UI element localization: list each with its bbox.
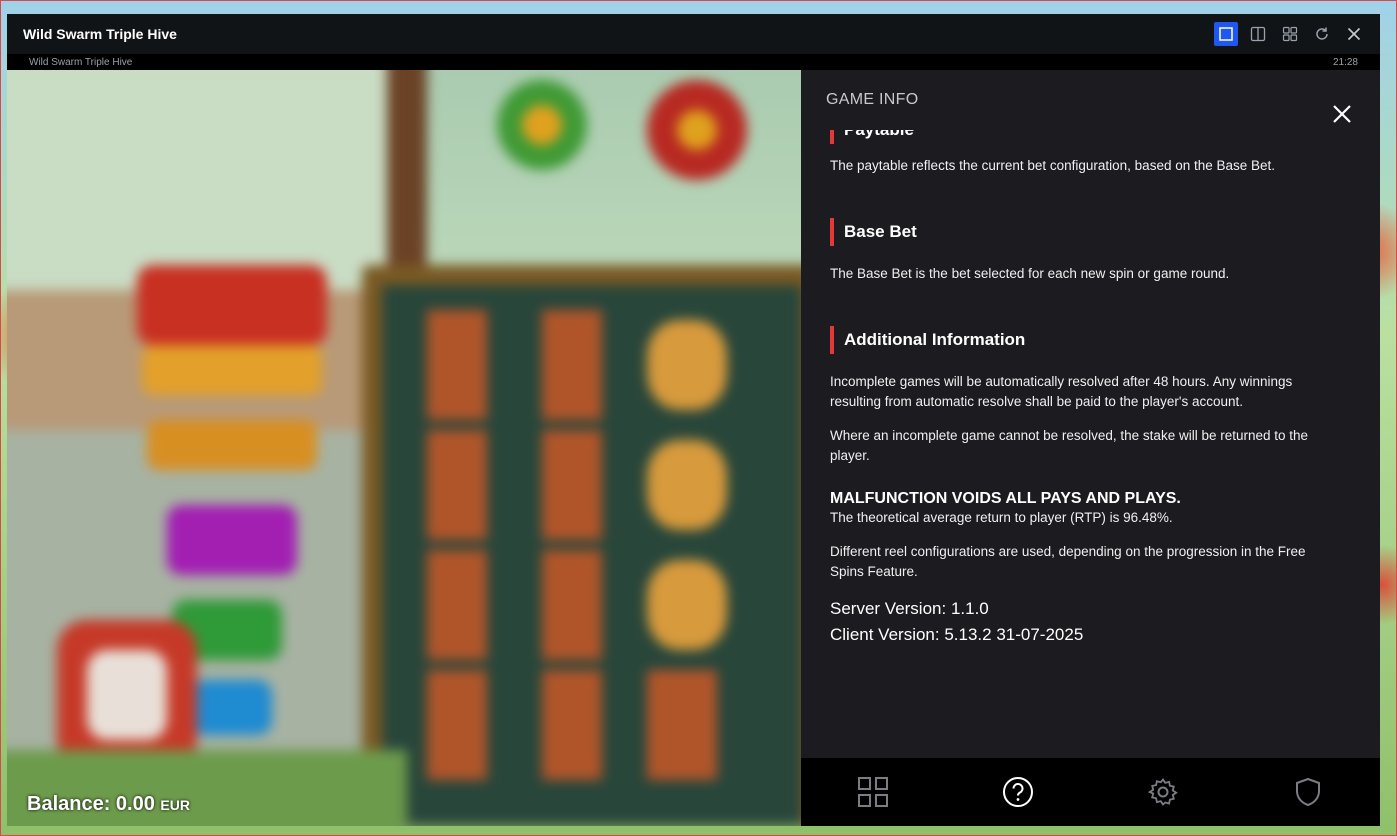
section-title: Additional Information	[844, 330, 1026, 349]
close-icon	[1333, 105, 1351, 123]
single-view-icon	[1219, 27, 1233, 41]
panel-title: GAME INFO	[826, 91, 919, 108]
section-heading-additional-information: Additional Information	[830, 326, 1340, 354]
balance-display: Balance: 0.00 EUR	[27, 793, 190, 816]
additional-info-text-2: Where an incomplete game cannot be resol…	[830, 428, 1309, 463]
single-view-button[interactable]	[1214, 22, 1238, 46]
shield-icon	[1295, 777, 1320, 807]
refresh-button[interactable]	[1310, 22, 1334, 46]
balance-value: Balance: 0.00	[27, 793, 155, 815]
split-view-button[interactable]	[1246, 22, 1270, 46]
close-icon	[1347, 27, 1361, 41]
title-bar: Wild Swarm Triple Hive	[7, 14, 1380, 54]
game-name-label: Wild Swarm Triple Hive	[29, 56, 133, 68]
section-title: Base Bet	[844, 222, 917, 241]
clock: 21:28	[1332, 56, 1358, 68]
rtp-text: The theoretical average return to player…	[830, 510, 1173, 525]
close-window-button[interactable]	[1342, 22, 1366, 46]
server-version: Server Version: 1.1.0	[830, 599, 989, 618]
settings-icon	[1147, 777, 1178, 806]
bottom-nav	[801, 758, 1380, 826]
game-window: Wild Swarm Triple Hive Wild Swarm Triple…	[7, 14, 1380, 826]
menu-button[interactable]	[853, 772, 893, 812]
blurred-game-scene	[7, 70, 801, 826]
game-canvas[interactable]: Balance: 0.00 EUR	[7, 70, 801, 826]
sub-bar: Wild Swarm Triple Hive 21:28	[7, 54, 1380, 70]
menu-grid-icon	[858, 777, 889, 807]
grid-view-button[interactable]	[1278, 22, 1302, 46]
refresh-icon	[1316, 27, 1328, 40]
close-panel-button[interactable]	[1332, 104, 1352, 129]
game-info-content[interactable]: Paytable The paytable reflects the curre…	[830, 116, 1340, 648]
responsible-gaming-button[interactable]	[1288, 772, 1328, 812]
help-button[interactable]	[998, 772, 1038, 812]
split-view-icon	[1250, 26, 1266, 42]
reel-config-text: Different reel configurations are used, …	[830, 544, 1306, 579]
client-version: Client Version: 5.13.2 31-07-2025	[830, 625, 1084, 644]
window-title: Wild Swarm Triple Hive	[23, 26, 177, 42]
grid-view-icon	[1282, 26, 1298, 42]
panel-header: GAME INFO	[801, 70, 1380, 130]
malfunction-notice: MALFUNCTION VOIDS ALL PAYS AND PLAYS.	[830, 490, 1181, 507]
settings-button[interactable]	[1143, 772, 1183, 812]
additional-info-text-1: Incomplete games will be automatically r…	[830, 374, 1293, 409]
section-heading-base-bet: Base Bet	[830, 218, 1340, 246]
base-bet-text: The Base Bet is the bet selected for eac…	[830, 266, 1230, 281]
help-icon	[1003, 777, 1034, 807]
paytable-text: The paytable reflects the current bet co…	[830, 158, 1276, 173]
game-info-panel: Paytable The paytable reflects the curre…	[801, 70, 1380, 758]
balance-currency: EUR	[160, 797, 190, 813]
